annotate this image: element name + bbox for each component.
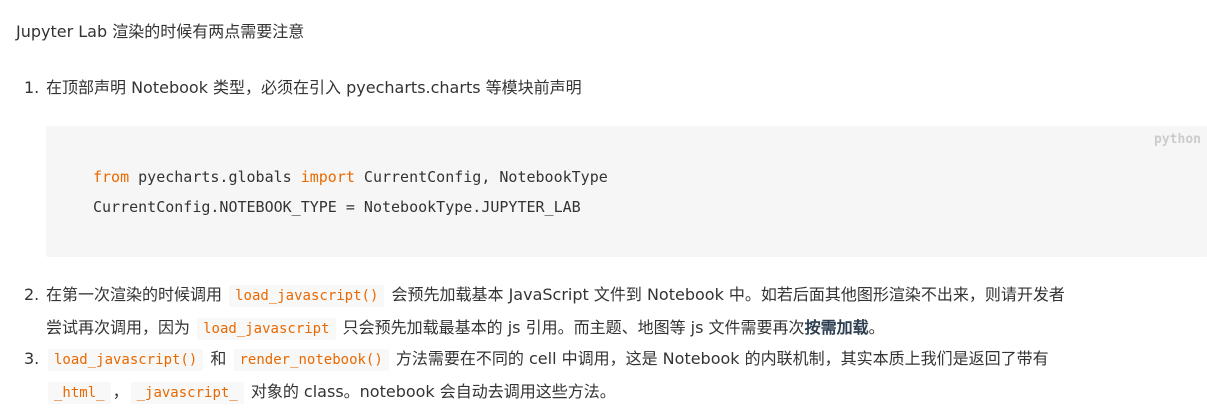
inline-code: _html_	[48, 382, 111, 404]
text-segment: 方法需要在不同的 cell 中调用，这是 Notebook 的内联机制，其实本质…	[395, 349, 1049, 368]
list-number: 2.	[24, 285, 40, 304]
text-segment: ，	[112, 382, 129, 401]
code-language-label: python	[1154, 132, 1201, 147]
code-line-2: CurrentConfig.NOTEBOOK_TYPE = NotebookTy…	[93, 198, 581, 216]
code-text: CurrentConfig, NotebookType	[354, 168, 608, 186]
inline-code: render_notebook()	[233, 349, 389, 371]
text-segment: 只会预先加载最基本的 js 引用。而主题、地图等 js 文件需要再次	[342, 318, 805, 337]
list-number: 1.	[24, 78, 40, 97]
text-segment: 在第一次渲染的时候调用	[46, 285, 223, 304]
text-segment: 对象的 class。notebook 会自动去调用这些方法。	[250, 382, 616, 401]
list-item-text: 在顶部声明 Notebook 类型，必须在引入 pyecharts.charts…	[46, 78, 582, 97]
inline-code: load_javascript	[197, 318, 336, 340]
code-block: python from pyecharts.globals import Cur…	[46, 126, 1207, 257]
inline-code: load_javascript()	[229, 285, 385, 307]
code-line-1: from pyecharts.globals import CurrentCon…	[93, 162, 608, 192]
list-item-text: load_javascript() 和 render_notebook() 方法…	[46, 343, 1206, 408]
inline-code: _javascript_	[130, 382, 244, 404]
list-item-text: 在第一次渲染的时候调用 load_javascript() 会预先加载基本 Ja…	[46, 279, 1206, 345]
code-keyword: import	[300, 168, 355, 186]
text-segment: 会预先加载基本 JavaScript 文件到 Notebook 中。如若后面其他…	[391, 285, 1065, 304]
code-keyword: from	[93, 168, 130, 186]
text-segment: 尝试再次调用，因为	[46, 318, 191, 337]
bold-text: 按需加载	[804, 318, 869, 337]
list-number: 3.	[24, 349, 40, 368]
code-text: pyecharts.globals	[129, 168, 301, 186]
inline-code: load_javascript()	[48, 349, 204, 371]
text-segment: 。	[868, 318, 885, 337]
intro-paragraph: Jupyter Lab 渲染的时候有两点需要注意	[16, 22, 305, 41]
text-segment: 和	[210, 349, 227, 368]
